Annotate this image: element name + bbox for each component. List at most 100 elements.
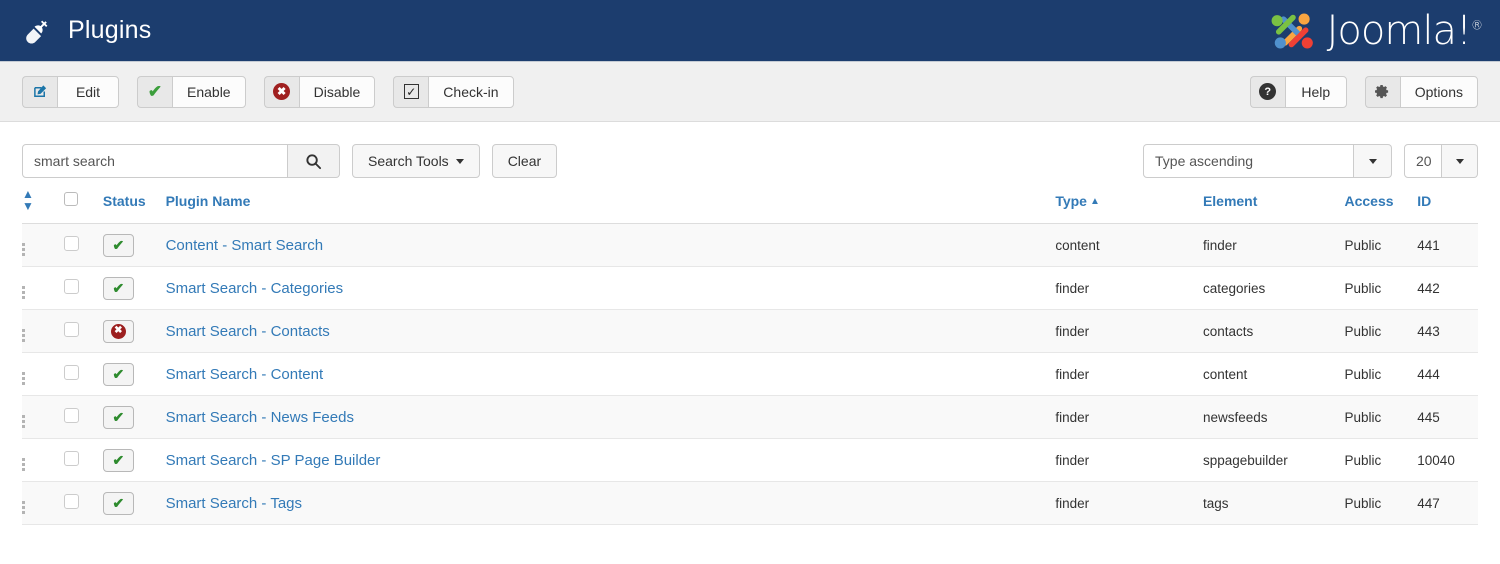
status-toggle-button[interactable]: ✔ bbox=[103, 277, 134, 300]
cell-ordering[interactable] bbox=[22, 310, 64, 353]
checkbox-icon[interactable]: ✓ bbox=[393, 76, 428, 108]
disable-button[interactable]: ✖ Disable bbox=[264, 76, 376, 108]
cell-status[interactable]: ✔ bbox=[103, 396, 166, 439]
element-value: categories bbox=[1203, 281, 1265, 296]
cell-ordering[interactable] bbox=[22, 439, 64, 482]
plugin-name-link[interactable]: Content - Smart Search bbox=[166, 237, 324, 254]
row-select-checkbox[interactable] bbox=[64, 451, 79, 466]
check-in-button[interactable]: ✓ Check-in bbox=[393, 76, 513, 108]
row-select-checkbox[interactable] bbox=[64, 236, 79, 251]
plugin-name-link[interactable]: Smart Search - SP Page Builder bbox=[166, 452, 381, 469]
cell-ordering[interactable] bbox=[22, 396, 64, 439]
sort-select-arrow-icon[interactable] bbox=[1354, 144, 1392, 178]
cell-checkbox[interactable] bbox=[64, 439, 102, 482]
drag-handle-icon[interactable] bbox=[22, 415, 25, 428]
cell-checkbox[interactable] bbox=[64, 224, 102, 267]
status-toggle-button[interactable]: ✔ bbox=[103, 363, 134, 386]
sort-select-value[interactable]: Type ascending bbox=[1143, 144, 1354, 178]
drag-handle-icon[interactable] bbox=[22, 243, 25, 256]
list-limit-select[interactable]: 20 bbox=[1404, 144, 1478, 178]
cell-checkbox[interactable] bbox=[64, 396, 102, 439]
help-button-label[interactable]: Help bbox=[1285, 76, 1347, 108]
type-value: finder bbox=[1055, 410, 1089, 425]
search-tools-button[interactable]: Search Tools bbox=[352, 144, 480, 178]
access-value: Public bbox=[1344, 281, 1381, 296]
element-value: tags bbox=[1203, 496, 1229, 511]
joomla-logo-mark bbox=[1267, 8, 1319, 54]
cell-ordering[interactable] bbox=[22, 224, 64, 267]
cell-plugin-name: Smart Search - Contacts bbox=[166, 310, 1056, 353]
check-in-button-label[interactable]: Check-in bbox=[428, 76, 513, 108]
clear-button[interactable]: Clear bbox=[492, 144, 557, 178]
disable-button-label[interactable]: Disable bbox=[299, 76, 376, 108]
cell-element: content bbox=[1203, 353, 1345, 396]
select-all-checkbox[interactable] bbox=[64, 192, 78, 206]
column-header-type[interactable]: Type▲ bbox=[1055, 182, 1203, 224]
cell-status[interactable]: ✖ bbox=[103, 310, 166, 353]
column-header-select-all[interactable] bbox=[64, 182, 102, 224]
cell-status[interactable]: ✔ bbox=[103, 267, 166, 310]
edit-button-label[interactable]: Edit bbox=[57, 76, 119, 108]
options-button[interactable]: Options bbox=[1365, 76, 1478, 108]
cell-ordering[interactable] bbox=[22, 267, 64, 310]
edit-button[interactable]: Edit bbox=[22, 76, 119, 108]
search-submit-button[interactable] bbox=[288, 144, 340, 178]
status-toggle-button[interactable]: ✔ bbox=[103, 449, 134, 472]
plugin-name-link[interactable]: Smart Search - Content bbox=[166, 366, 324, 383]
drag-handle-icon[interactable] bbox=[22, 501, 25, 514]
column-header-element[interactable]: Element bbox=[1203, 182, 1345, 224]
drag-handle-icon[interactable] bbox=[22, 458, 25, 471]
column-header-status[interactable]: Status bbox=[103, 182, 166, 224]
cell-status[interactable]: ✔ bbox=[103, 224, 166, 267]
cell-checkbox[interactable] bbox=[64, 310, 102, 353]
plugin-name-link[interactable]: Smart Search - Contacts bbox=[166, 323, 330, 340]
column-header-ordering[interactable]: ▲▼ bbox=[22, 182, 64, 224]
drag-handle-icon[interactable] bbox=[22, 286, 25, 299]
id-value: 444 bbox=[1417, 367, 1440, 382]
column-header-id[interactable]: ID bbox=[1417, 182, 1478, 224]
enable-button[interactable]: ✔ Enable bbox=[137, 76, 246, 108]
row-select-checkbox[interactable] bbox=[64, 279, 79, 294]
check-icon[interactable]: ✔ bbox=[137, 76, 172, 108]
list-limit-arrow-icon[interactable] bbox=[1442, 144, 1478, 178]
magnifier-icon bbox=[305, 153, 322, 170]
table-row: ✖Smart Search - ContactsfindercontactsPu… bbox=[22, 310, 1478, 353]
search-input[interactable] bbox=[22, 144, 288, 178]
status-toggle-button[interactable]: ✖ bbox=[103, 320, 134, 343]
cell-ordering[interactable] bbox=[22, 353, 64, 396]
column-header-plugin-name[interactable]: Plugin Name bbox=[166, 182, 1056, 224]
plugin-name-link[interactable]: Smart Search - Categories bbox=[166, 280, 344, 297]
row-select-checkbox[interactable] bbox=[64, 322, 79, 337]
access-value: Public bbox=[1344, 238, 1381, 253]
plugin-name-link[interactable]: Smart Search - Tags bbox=[166, 495, 302, 512]
plugin-name-link[interactable]: Smart Search - News Feeds bbox=[166, 409, 354, 426]
list-limit-value[interactable]: 20 bbox=[1404, 144, 1442, 178]
status-toggle-button[interactable]: ✔ bbox=[103, 492, 134, 515]
enable-button-label[interactable]: Enable bbox=[172, 76, 246, 108]
row-select-checkbox[interactable] bbox=[64, 408, 79, 423]
cell-checkbox[interactable] bbox=[64, 353, 102, 396]
drag-handle-icon[interactable] bbox=[22, 372, 25, 385]
row-select-checkbox[interactable] bbox=[64, 494, 79, 509]
cell-status[interactable]: ✔ bbox=[103, 353, 166, 396]
sort-select[interactable]: Type ascending bbox=[1143, 144, 1392, 178]
cell-status[interactable]: ✔ bbox=[103, 482, 166, 525]
status-toggle-button[interactable]: ✔ bbox=[103, 406, 134, 429]
cell-ordering[interactable] bbox=[22, 482, 64, 525]
cell-status[interactable]: ✔ bbox=[103, 439, 166, 482]
cell-checkbox[interactable] bbox=[64, 267, 102, 310]
sort-updown-icon[interactable]: ▲▼ bbox=[22, 188, 34, 212]
cell-checkbox[interactable] bbox=[64, 482, 102, 525]
drag-handle-icon[interactable] bbox=[22, 329, 25, 342]
options-button-label[interactable]: Options bbox=[1400, 76, 1478, 108]
help-button[interactable]: ? Help bbox=[1250, 76, 1347, 108]
x-circle-icon[interactable]: ✖ bbox=[264, 76, 299, 108]
search-tools-label: Search Tools bbox=[368, 153, 449, 169]
row-select-checkbox[interactable] bbox=[64, 365, 79, 380]
edit-pencil-icon[interactable] bbox=[22, 76, 57, 108]
joomla-brand-text: Joomla! bbox=[1327, 8, 1471, 54]
question-circle-icon[interactable]: ? bbox=[1250, 76, 1285, 108]
status-toggle-button[interactable]: ✔ bbox=[103, 234, 134, 257]
column-header-access[interactable]: Access bbox=[1344, 182, 1417, 224]
gear-icon[interactable] bbox=[1365, 76, 1400, 108]
